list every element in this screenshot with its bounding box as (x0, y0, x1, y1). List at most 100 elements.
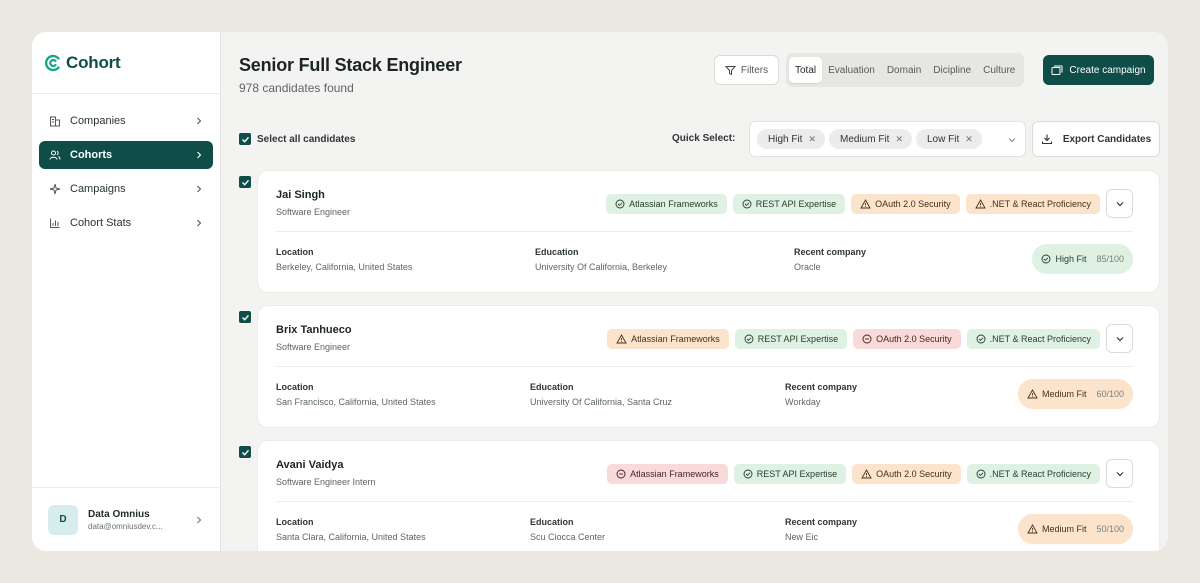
expand-button[interactable] (1106, 189, 1133, 218)
check-circle-icon (976, 469, 986, 479)
fit-badge: High Fit 85/100 (1032, 244, 1133, 274)
quick-select-input[interactable]: High Fit ✕ Medium Fit ✕ Low Fit ✕ (749, 121, 1026, 157)
create-campaign-button[interactable]: Create campaign (1043, 55, 1154, 85)
chevron-down-icon[interactable] (1007, 135, 1017, 145)
candidate-role: Software Engineer (276, 207, 351, 217)
select-all[interactable]: Select all candidates (239, 133, 355, 145)
tab-domain[interactable]: Domain (881, 57, 927, 83)
skill-tag: Atlassian Frameworks (607, 329, 729, 349)
fit-label: Medium Fit (1041, 389, 1087, 399)
skill-tag: OAuth 2.0 Security (853, 329, 961, 349)
view-tabs: Total Evaluation Domain Dicipline Cultur… (786, 53, 1025, 87)
expand-button[interactable] (1106, 459, 1133, 488)
export-candidates-button[interactable]: Export Candidates (1032, 121, 1160, 157)
candidate-card[interactable]: Jai Singh Software Engineer Atlassian Fr… (258, 171, 1159, 292)
chevron-right-icon (197, 151, 202, 159)
sidebar-item-label: Campaigns (70, 183, 126, 195)
skill-tags: Atlassian Frameworks REST API Expertise … (607, 329, 1100, 349)
candidate-checkbox[interactable] (239, 311, 251, 323)
tab-total[interactable]: Total (789, 57, 823, 83)
sidebar-item-label: Cohorts (70, 149, 113, 161)
user-info: Data Omnius data@omniusdev.c... (88, 509, 194, 531)
fit-badge: Medium Fit 60/100 (1017, 379, 1133, 409)
skill-tag-label: .NET & React Proficiency (989, 469, 1091, 479)
chip-medium-fit[interactable]: Medium Fit ✕ (829, 129, 912, 149)
chip-label: High Fit (768, 133, 803, 145)
expand-button[interactable] (1106, 324, 1133, 353)
close-icon[interactable]: ✕ (965, 134, 973, 145)
candidate-count: 978 candidates found (239, 81, 354, 95)
sidebar-item-campaigns[interactable]: Campaigns (39, 175, 213, 203)
close-icon[interactable]: ✕ (808, 134, 816, 145)
warning-icon (974, 199, 986, 209)
candidate-card[interactable]: Brix Tanhueco Software Engineer Atlassia… (258, 306, 1159, 427)
minus-circle-icon (862, 334, 872, 344)
fit-badge: Medium Fit 50/100 (1017, 514, 1133, 544)
skill-tag-label: OAuth 2.0 Security (876, 334, 952, 344)
skill-tag: REST API Expertise (732, 194, 846, 214)
field-label: Location (276, 247, 314, 257)
company-value: Workday (785, 397, 821, 407)
chip-low-fit[interactable]: Low Fit ✕ (916, 129, 982, 149)
campaign-icon (1051, 65, 1063, 75)
education-field: Education University Of California, Berke… (535, 247, 667, 272)
company-field: Recent company New Eic (785, 517, 857, 542)
sidebar-item-companies[interactable]: Companies (39, 107, 213, 135)
location-value: Berkeley, California, United States (276, 262, 413, 272)
skill-tag: OAuth 2.0 Security (851, 194, 960, 214)
check-icon (241, 314, 249, 321)
user-menu[interactable]: D Data Omnius data@omniusdev.c... (32, 487, 220, 551)
skill-tag: REST API Expertise (734, 329, 848, 349)
sidebar-item-cohorts[interactable]: Cohorts (39, 141, 213, 169)
skill-tag-label: REST API Expertise (756, 469, 838, 479)
sidebar-item-cohort-stats[interactable]: Cohort Stats (39, 209, 213, 237)
candidate-name: Avani Vaidya (276, 459, 344, 471)
user-email: data@omniusdev.c... (88, 521, 163, 531)
brand-name: Cohort (66, 52, 121, 72)
warning-icon (1027, 389, 1038, 399)
tab-dicipline[interactable]: Dicipline (927, 57, 977, 83)
candidate-checkbox[interactable] (239, 176, 251, 188)
close-icon[interactable]: ✕ (895, 134, 903, 145)
skill-tags: Atlassian Frameworks REST API Expertise … (606, 194, 1100, 214)
field-label: Location (276, 382, 314, 392)
export-label: Export Candidates (1062, 133, 1152, 145)
chevron-down-icon (1116, 471, 1123, 476)
avatar: D (48, 504, 78, 535)
skill-tag-label: Atlassian Frameworks (630, 469, 719, 479)
sidebar-item-label: Cohort Stats (70, 217, 132, 229)
divider (276, 366, 1133, 367)
candidate-role: Software Engineer Intern (276, 477, 376, 487)
tab-evaluation[interactable]: Evaluation (822, 57, 881, 83)
create-campaign-label: Create campaign (1069, 64, 1146, 76)
fit-label: Medium Fit (1041, 524, 1087, 534)
tab-culture[interactable]: Culture (977, 57, 1021, 83)
skill-tag: REST API Expertise (733, 464, 847, 484)
fit-score: 85/100 (1096, 254, 1124, 264)
users-icon (48, 148, 62, 162)
filters-button[interactable]: Filters (714, 55, 779, 85)
skill-tags: Atlassian Frameworks REST API Expertise … (607, 464, 1100, 484)
logo[interactable]: Cohort (32, 32, 220, 94)
select-all-label: Select all candidates (257, 133, 356, 145)
fit-score: 60/100 (1096, 389, 1124, 399)
select-all-checkbox[interactable] (239, 133, 251, 145)
check-circle-icon (1042, 254, 1051, 264)
warning-icon (861, 469, 872, 479)
sparkle-icon (48, 182, 62, 196)
field-label: Location (276, 517, 314, 527)
check-circle-icon (742, 199, 752, 209)
bar-chart-icon (48, 216, 62, 230)
skill-tag-label: REST API Expertise (757, 334, 839, 344)
candidate-card[interactable]: Avani Vaidya Software Engineer Intern At… (258, 441, 1159, 551)
chevron-right-icon (197, 117, 202, 125)
skill-tag-label: Atlassian Frameworks (629, 199, 718, 209)
field-label: Education (530, 517, 574, 527)
candidate-checkbox[interactable] (239, 446, 251, 458)
minus-circle-icon (616, 469, 626, 479)
skill-tag-label: OAuth 2.0 Security (875, 199, 951, 209)
education-field: Education Scu Ciocca Center (530, 517, 605, 542)
skill-tag: .NET & React Proficiency (966, 329, 1100, 349)
chip-high-fit[interactable]: High Fit ✕ (757, 129, 825, 149)
chevron-right-icon (197, 185, 202, 193)
